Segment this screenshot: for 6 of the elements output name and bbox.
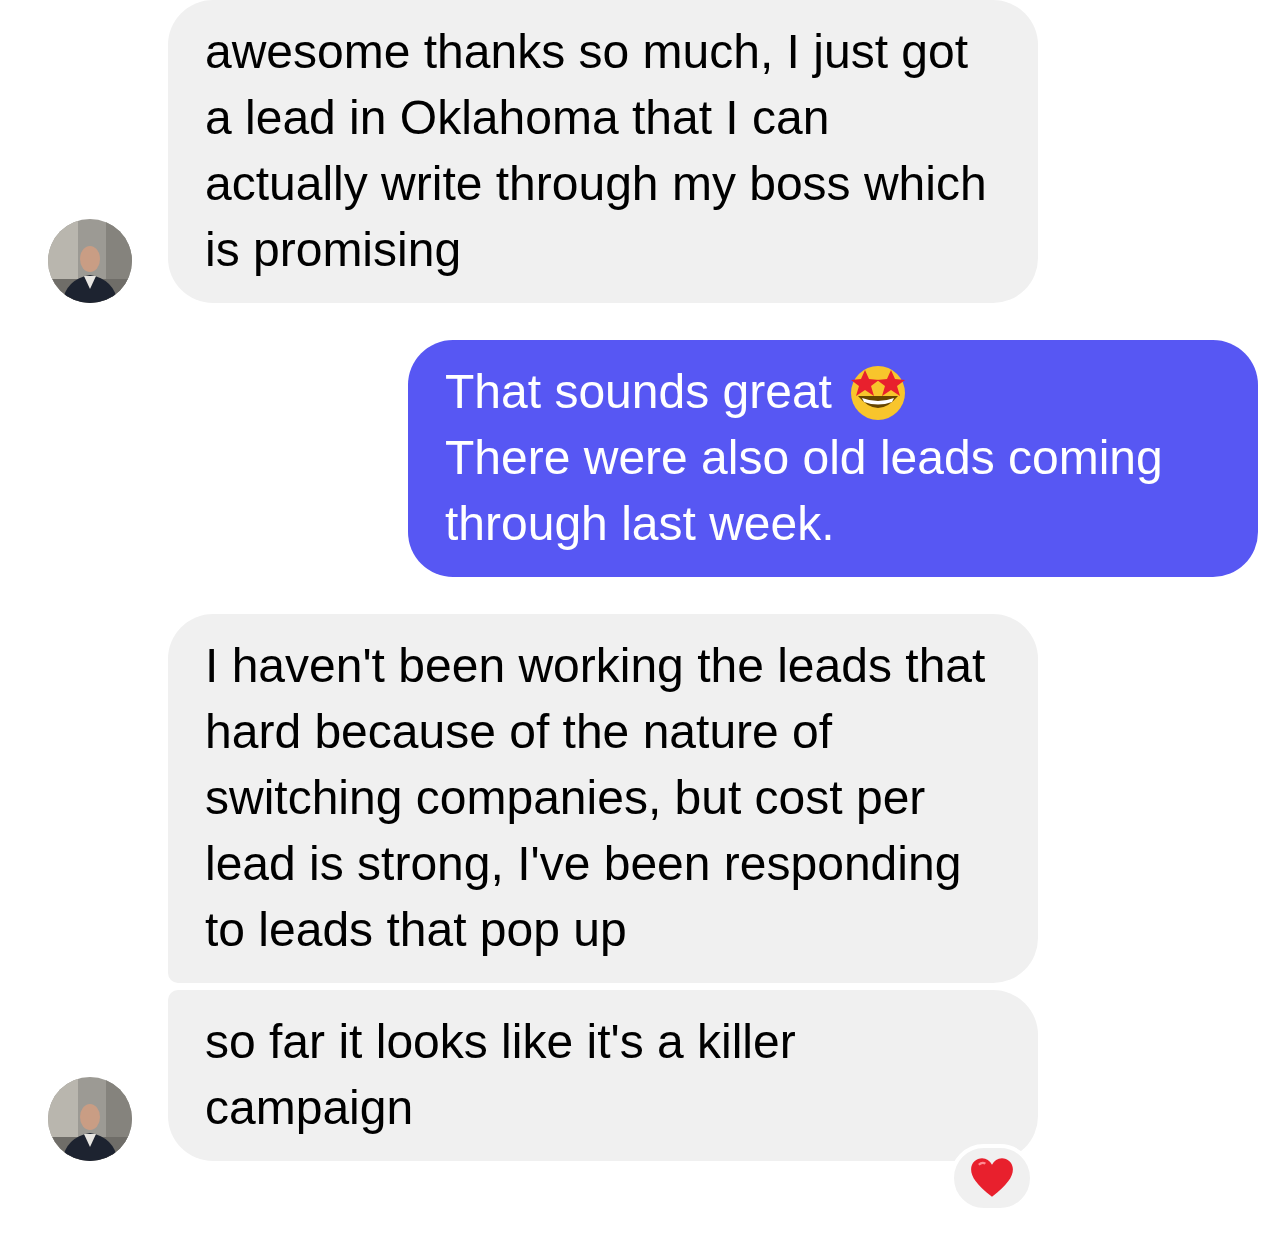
message-text: That sounds great: [445, 364, 832, 420]
message-text: I haven't been working the leads that hard because of the nature of switching companies, but cost per lead is strong, I've been responding to leads that pop up: [205, 638, 987, 958]
heart-icon: [970, 1158, 1014, 1198]
message-text: so far it looks like it's a killer campaign: [205, 1014, 797, 1136]
message-text: There were also old leads coming through last week.: [445, 430, 1164, 552]
message-text: awesome thanks so much, I just got a lead in Oklahoma that I can actually write through my boss which is promising: [205, 24, 988, 278]
